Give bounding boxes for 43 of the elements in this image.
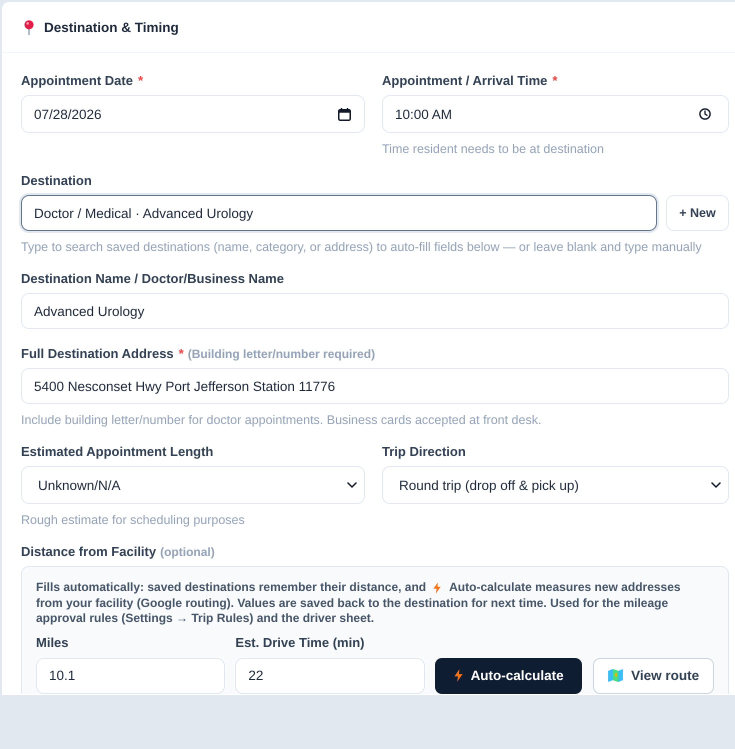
info-text: from your facility (Google routing). Values are saved back to the destination for next time. Used for the mileage approval rules (Settings → Trip Rules) and the driver sheet. bbox=[36, 596, 670, 626]
info-text: Fills automatically: saved destinations remember their distance, and bbox=[36, 580, 426, 596]
lightning-icon bbox=[433, 582, 442, 594]
field-label: Appointment / Arrival Time bbox=[382, 73, 548, 89]
destination-search-field[interactable]: Doctor / Medical · Advanced Urology bbox=[21, 195, 657, 231]
field-note: (Building letter/number required) bbox=[188, 346, 376, 362]
field-label: Full Destination Address bbox=[21, 346, 174, 362]
input-field[interactable]: Advanced Urology bbox=[21, 293, 729, 329]
chevron-down-icon[interactable] bbox=[347, 482, 357, 488]
input-field[interactable]: 10.1 bbox=[36, 658, 226, 694]
field-label: Destination Name / Doctor/Business Name bbox=[21, 271, 284, 287]
info-text: Auto-calculate measures new addresses bbox=[449, 580, 681, 596]
input-field[interactable]: 5400 Nesconset Hwy Port Jefferson Station 11776 bbox=[21, 368, 729, 404]
pushpin-icon bbox=[24, 20, 34, 34]
new-button[interactable]: + New bbox=[666, 195, 729, 231]
map-icon bbox=[608, 669, 624, 682]
lightning-icon bbox=[454, 669, 463, 682]
clock-icon[interactable] bbox=[699, 108, 711, 120]
select-field[interactable]: Round trip (drop off & pick up) bbox=[382, 466, 729, 504]
input-field[interactable]: 22 bbox=[235, 658, 425, 694]
select-field[interactable]: Unknown/N/A bbox=[21, 466, 365, 504]
required-mark: * bbox=[138, 73, 144, 89]
field-label: Miles bbox=[36, 634, 70, 650]
help-text: Time resident needs to be at destination bbox=[382, 142, 605, 156]
help-text: Rough estimate for scheduling purposes bbox=[21, 513, 246, 527]
field-label: Destination bbox=[21, 173, 92, 189]
time-field[interactable]: 10:00 AM bbox=[382, 95, 729, 133]
field-label: Distance from Facility bbox=[21, 544, 156, 560]
help-text: Type to search saved destinations (name, category, or address) to auto-fill fields below — or leave blank and type manually bbox=[21, 240, 703, 254]
required-mark: * bbox=[178, 346, 184, 362]
auto-calculate-button[interactable]: Auto-calculate bbox=[434, 658, 582, 694]
field-label: Appointment Date bbox=[21, 73, 133, 89]
required-mark: * bbox=[552, 73, 558, 89]
field-label: Trip Direction bbox=[382, 444, 466, 460]
field-label: Est. Drive Time (min) bbox=[235, 634, 366, 650]
field-note: (optional) bbox=[160, 544, 215, 560]
view-route-button[interactable]: View route bbox=[593, 658, 714, 694]
date-field[interactable]: 07/28/2026 bbox=[21, 95, 365, 133]
calendar-icon[interactable] bbox=[338, 108, 351, 120]
section-title: Destination & Timing bbox=[44, 20, 179, 34]
chevron-down-icon[interactable] bbox=[711, 482, 721, 488]
field-label: Estimated Appointment Length bbox=[21, 444, 214, 460]
help-text: Include building letter/number for doctor appointments. Business cards accepted at front desk. bbox=[21, 413, 542, 427]
